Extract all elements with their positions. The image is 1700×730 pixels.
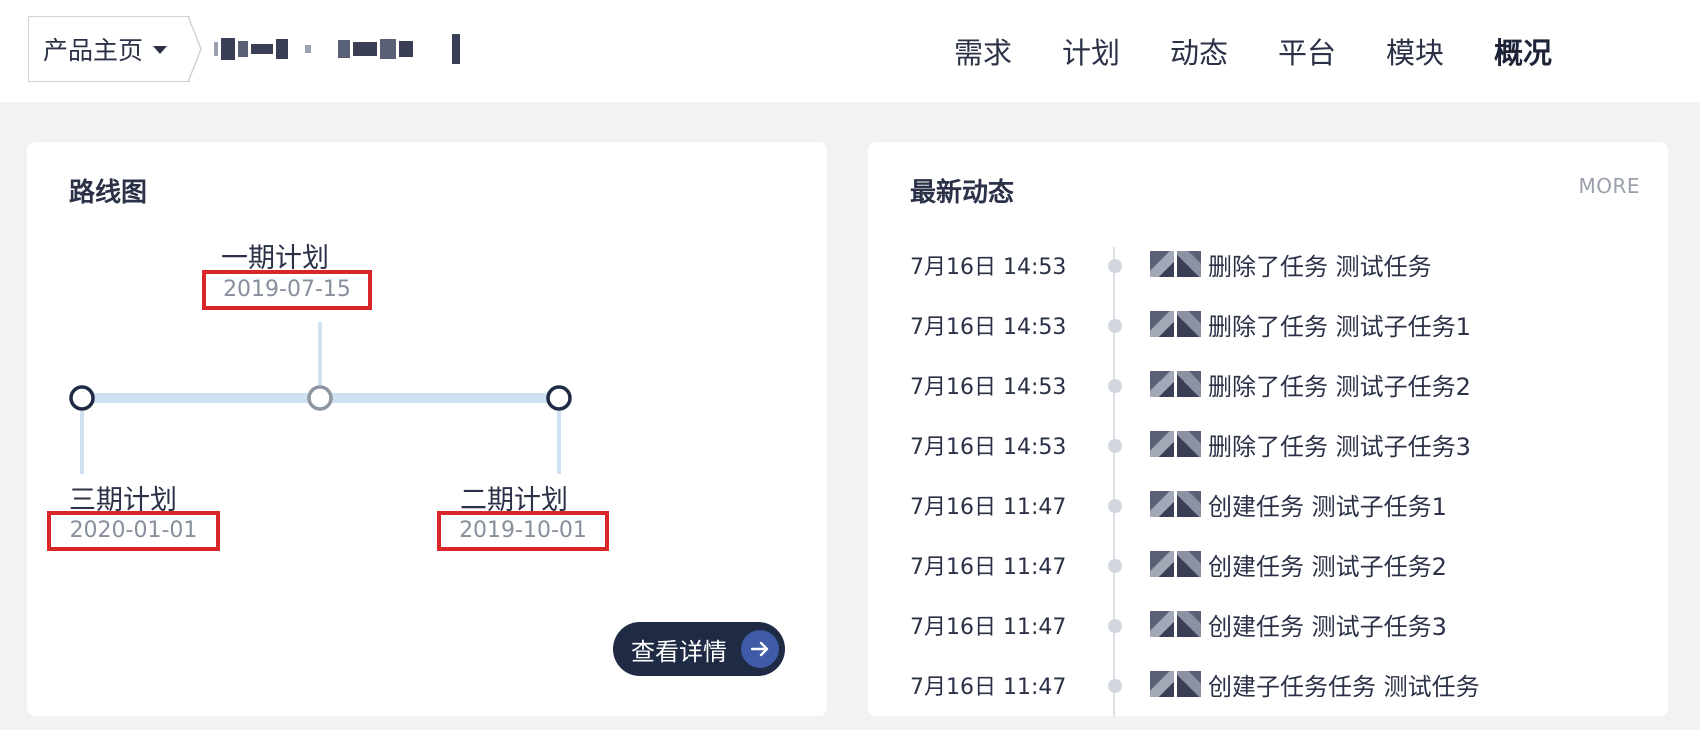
nav-overview[interactable]: 概况 bbox=[1494, 30, 1602, 72]
activity-item: 7月16日 14:53 删除了任务 测试子任务3 bbox=[910, 425, 1650, 465]
avatar bbox=[1150, 251, 1202, 277]
activity-text: 创建任务 测试子任务3 bbox=[1208, 613, 1447, 641]
avatar bbox=[1150, 551, 1202, 577]
product-home-dropdown[interactable]: 产品主页 bbox=[28, 16, 190, 82]
milestone-node-2 bbox=[546, 385, 572, 411]
activity-time: 7月16日 14:53 bbox=[910, 255, 1067, 280]
timeline-dot bbox=[1108, 619, 1122, 633]
activity-text: 删除了任务 测试子任务1 bbox=[1208, 313, 1471, 341]
activity-text: 删除了任务 测试子任务3 bbox=[1208, 433, 1471, 461]
avatar bbox=[1150, 611, 1202, 637]
activity-item: 7月16日 11:47 创建子任务任务 测试任务 bbox=[910, 665, 1650, 705]
timeline-dot bbox=[1108, 379, 1122, 393]
caret-down-icon bbox=[153, 46, 168, 54]
nav-plans[interactable]: 计划 bbox=[1062, 30, 1170, 72]
activity-item: 7月16日 14:53 删除了任务 测试子任务1 bbox=[910, 305, 1650, 345]
activity-item: 7月16日 11:47 创建任务 测试子任务3 bbox=[910, 605, 1650, 645]
roadmap-card: 路线图 一期计划 2019-07-15 三期计划 2020-01-01 二期计划… bbox=[27, 142, 827, 716]
timeline-dot bbox=[1108, 499, 1122, 513]
timeline-dot bbox=[1108, 559, 1122, 573]
avatar bbox=[1150, 491, 1202, 517]
activity-item: 7月16日 14:53 删除了任务 测试任务 bbox=[910, 245, 1650, 285]
activity-title: 最新动态 bbox=[910, 178, 1015, 208]
activity-time: 7月16日 14:53 bbox=[910, 375, 1067, 400]
activity-text: 删除了任务 测试任务 bbox=[1208, 253, 1432, 281]
timeline-dot bbox=[1108, 319, 1122, 333]
activity-time: 7月16日 14:53 bbox=[910, 435, 1067, 460]
activity-time: 7月16日 11:47 bbox=[910, 615, 1067, 640]
nav-activity[interactable]: 动态 bbox=[1170, 30, 1278, 72]
milestone-date-3: 2020-01-01 bbox=[47, 511, 220, 551]
activity-text: 删除了任务 测试子任务2 bbox=[1208, 373, 1471, 401]
arrow-right-icon bbox=[741, 630, 779, 668]
more-link[interactable]: MORE bbox=[1578, 174, 1640, 198]
milestone-date-2: 2019-10-01 bbox=[437, 511, 609, 551]
milestone-node-1 bbox=[307, 385, 333, 411]
view-details-button[interactable]: 查看详情 bbox=[613, 622, 785, 676]
avatar bbox=[1150, 431, 1202, 457]
view-details-label: 查看详情 bbox=[631, 637, 727, 666]
timeline-dot bbox=[1108, 439, 1122, 453]
activity-item: 7月16日 11:47 创建任务 测试子任务2 bbox=[910, 545, 1650, 585]
avatar bbox=[1150, 371, 1202, 397]
activity-text: 创建任务 测试子任务1 bbox=[1208, 493, 1447, 521]
nav-requirements[interactable]: 需求 bbox=[954, 30, 1062, 72]
activity-time: 7月16日 11:47 bbox=[910, 495, 1067, 520]
activity-text: 创建任务 测试子任务2 bbox=[1208, 553, 1447, 581]
activity-item: 7月16日 14:53 删除了任务 测试子任务2 bbox=[910, 365, 1650, 405]
milestone-node-3 bbox=[69, 385, 95, 411]
milestone-date-1: 2019-07-15 bbox=[202, 270, 372, 310]
timeline-dot bbox=[1108, 259, 1122, 273]
activity-time: 7月16日 14:53 bbox=[910, 315, 1067, 340]
nav-platform[interactable]: 平台 bbox=[1278, 30, 1386, 72]
activity-text: 创建子任务任务 测试任务 bbox=[1208, 673, 1480, 701]
breadcrumb-product-name[interactable] bbox=[214, 32, 460, 66]
activity-time: 7月16日 11:47 bbox=[910, 675, 1067, 700]
nav-modules[interactable]: 模块 bbox=[1386, 30, 1494, 72]
activity-item: 7月16日 11:47 创建任务 测试子任务1 bbox=[910, 485, 1650, 525]
activity-card: 最新动态 MORE 7月16日 14:53 删除了任务 测试任务 7月16日 1… bbox=[868, 142, 1668, 717]
main-nav: 需求 计划 动态 平台 模块 概况 bbox=[954, 30, 1602, 72]
top-bar: 产品主页 需求 计划 动态 平台 模块 概况 bbox=[0, 0, 1700, 102]
avatar bbox=[1150, 311, 1202, 337]
timeline-dot bbox=[1108, 679, 1122, 693]
breadcrumb-arrow-icon bbox=[188, 16, 202, 82]
avatar bbox=[1150, 671, 1202, 697]
activity-time: 7月16日 11:47 bbox=[910, 555, 1067, 580]
product-home-label: 产品主页 bbox=[43, 36, 144, 65]
